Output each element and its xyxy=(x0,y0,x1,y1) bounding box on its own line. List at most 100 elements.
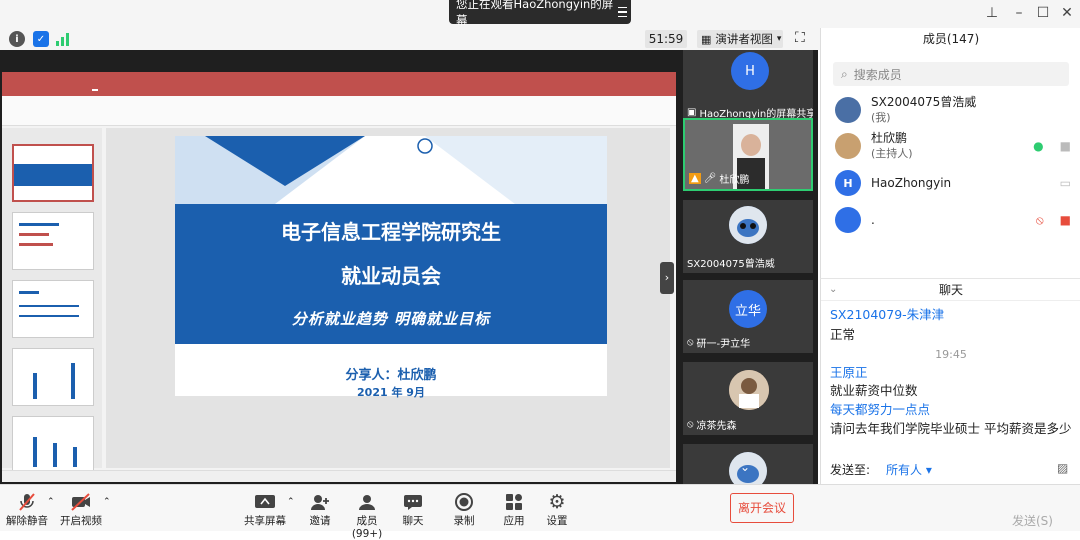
mic-icon: 🎤︎ xyxy=(703,173,717,184)
send-to-select[interactable]: 所有人 ▾ xyxy=(886,461,932,478)
chat-sender: SX2104079-朱津津 xyxy=(830,307,945,322)
leave-meeting-button[interactable]: 离开会议 xyxy=(730,493,794,523)
sharing-banner: 您正在观看HaoZhongyin的屏幕 xyxy=(449,0,631,27)
close-icon[interactable]: ✕ xyxy=(1058,4,1076,22)
meeting-timer: 51:59 xyxy=(645,30,687,48)
member-name: HaoZhongyin xyxy=(871,175,952,190)
grid-icon: ▦ xyxy=(701,32,712,46)
video-tile[interactable]: 立华 ⦸ 研一-尹立华 xyxy=(683,280,813,353)
image-icon[interactable]: ▨ xyxy=(1057,461,1068,475)
search-icon: ⌕ xyxy=(841,66,848,81)
chevron-up-icon[interactable]: ⌃ xyxy=(103,497,111,507)
signal-icon[interactable] xyxy=(56,32,70,46)
slide-presenter: 分享人：杜欣鹏 xyxy=(345,368,437,383)
screen-share-icon[interactable]: ▭ xyxy=(1060,176,1071,190)
video-tile[interactable]: SX2004075曾浩威 xyxy=(683,200,813,273)
member-item[interactable]: 杜欣鹏 (主持人) ● ■ xyxy=(835,130,1071,162)
video-icon[interactable]: ■ xyxy=(1060,139,1071,153)
chevron-down-icon: ▾ xyxy=(776,34,782,44)
avatar xyxy=(835,133,861,159)
slide-title-line1: 电子信息工程学院研究生 xyxy=(281,220,501,244)
avatar: H xyxy=(835,170,861,196)
member-name: SX2004075曾浩威 xyxy=(871,95,977,109)
slide-thumbnail[interactable] xyxy=(12,144,94,202)
avatar xyxy=(729,370,769,410)
member-role: (主持人) xyxy=(871,147,913,160)
fullscreen-icon[interactable]: ⛶ xyxy=(795,30,805,46)
mic-icon[interactable]: ● xyxy=(1033,139,1043,153)
collapse-panel-button[interactable]: › xyxy=(660,262,674,294)
member-item[interactable]: SX2004075曾浩威 (我) xyxy=(835,94,1071,126)
chat-timestamp: 19:45 xyxy=(935,348,967,361)
member-role: (我) xyxy=(871,111,891,124)
ppt-ribbon xyxy=(2,96,676,126)
slide-editor: 电子信息工程学院研究生 就业动员会 分析就业趋势 明确就业目标 分享人：杜欣鹏 … xyxy=(106,128,670,468)
invite-button[interactable]: 邀请 xyxy=(295,491,345,528)
search-members-input[interactable]: ⌕ 搜索成员 xyxy=(833,62,1069,86)
members-button[interactable]: 成员(99+) xyxy=(342,491,392,540)
slide-thumbnail[interactable] xyxy=(12,280,94,338)
member-item[interactable]: H HaoZhongyin ▭ xyxy=(835,167,1071,199)
video-tile-name: ▲ 🎤︎ 杜欣鹏 xyxy=(689,173,750,186)
slide-thumbnail[interactable] xyxy=(12,212,94,270)
mic-muted-icon: ⦸ xyxy=(687,337,694,348)
chat-sender: 每天都努力一点点 xyxy=(830,402,931,417)
member-item[interactable]: . ⦸ ■ xyxy=(835,204,1071,236)
member-name: 杜欣鹏 xyxy=(871,131,908,145)
scroll-down-icon[interactable]: ⌄ xyxy=(740,460,750,474)
video-panel: H ▣ HaoZhongyin的屏幕共享 ▲ 🎤︎ 杜欣鹏 SX2004075曾浩威 … xyxy=(680,50,818,484)
menu-icon[interactable] xyxy=(614,3,631,21)
pin-icon[interactable]: ⊥ xyxy=(983,4,1001,22)
chat-icon xyxy=(388,491,438,513)
video-tile[interactable]: ⦸ 凉茶先森 xyxy=(683,362,813,435)
chat-title: 聊天 xyxy=(821,279,1080,301)
chat-button[interactable]: 聊天 xyxy=(388,491,438,528)
minimize-icon[interactable]: – xyxy=(1010,4,1028,22)
settings-button[interactable]: ⚙ 设置 xyxy=(532,491,582,528)
shield-icon[interactable]: ✓ xyxy=(33,31,49,47)
maximize-icon[interactable]: ☐ xyxy=(1034,4,1052,22)
send-to-row: 发送至: 所有人 ▾ xyxy=(830,461,932,478)
send-to-label: 发送至: xyxy=(830,463,871,477)
chevron-up-icon[interactable]: ⌃ xyxy=(47,497,55,507)
mic-muted-icon xyxy=(2,491,52,513)
chat-message: 就业薪资中位数 xyxy=(830,383,918,398)
video-tile[interactable]: H ▣ HaoZhongyin的屏幕共享 xyxy=(683,50,813,123)
slide-header-graphic xyxy=(175,136,607,204)
members-icon xyxy=(342,491,392,513)
share-screen-button[interactable]: 共享屏幕 xyxy=(240,491,290,528)
info-icon[interactable]: i xyxy=(9,31,25,47)
view-mode-label: 演讲者视图 xyxy=(715,32,773,46)
screen-share-icon: ▣ xyxy=(687,107,697,118)
start-video-button[interactable]: 开启视频 xyxy=(56,491,106,528)
member-name: . xyxy=(871,212,875,227)
members-title: 成员(147) xyxy=(922,32,980,46)
avatar: H xyxy=(731,52,769,90)
record-icon xyxy=(439,491,489,513)
powerpoint-window: 电子信息工程学院研究生 就业动员会 分析就业趋势 明确就业目标 分享人：杜欣鹏 … xyxy=(2,72,676,482)
video-tile-name: ⦸ 凉茶先森 xyxy=(687,419,737,432)
view-mode-button[interactable]: ▦ 演讲者视图 ▾ xyxy=(697,30,783,48)
slide-thumbnail[interactable] xyxy=(12,348,94,406)
add-user-icon xyxy=(295,491,345,513)
avatar xyxy=(835,97,861,123)
video-tile-name: SX2004075曾浩威 xyxy=(687,259,775,270)
slide-thumbnail[interactable] xyxy=(12,416,94,474)
chat-message: 正常 xyxy=(830,327,856,342)
slide-title-line2: 就业动员会 xyxy=(341,264,441,288)
ppt-statusbar xyxy=(2,470,676,482)
current-slide: 电子信息工程学院研究生 就业动员会 分析就业趋势 明确就业目标 分享人：杜欣鹏 … xyxy=(175,136,607,399)
chat-message: 请问去年我们学院毕业硕士 平均薪资是多少 xyxy=(830,421,1072,436)
video-off-icon[interactable]: ■ xyxy=(1060,213,1071,227)
chevron-up-icon[interactable]: ⌃ xyxy=(287,497,295,507)
unmute-button[interactable]: 解除静音 xyxy=(2,491,52,528)
mic-muted-icon: ⦸ xyxy=(687,419,694,430)
gear-icon: ⚙ xyxy=(548,491,566,513)
record-button[interactable]: 录制 xyxy=(439,491,489,528)
avatar xyxy=(729,206,767,244)
video-tile[interactable]: ▲ 🎤︎ 杜欣鹏 xyxy=(683,118,813,191)
mic-muted-icon[interactable]: ⦸ xyxy=(1036,213,1044,228)
bottom-toolbar: 解除静音 ⌃ 开启视频 ⌃ 共享屏幕 ⌃ 邀请 成员(99+) 聊天 录制 应用… xyxy=(0,484,1080,540)
ppt-ribbon-tabs xyxy=(2,84,676,96)
send-button[interactable]: 发送(S) xyxy=(1012,512,1053,529)
